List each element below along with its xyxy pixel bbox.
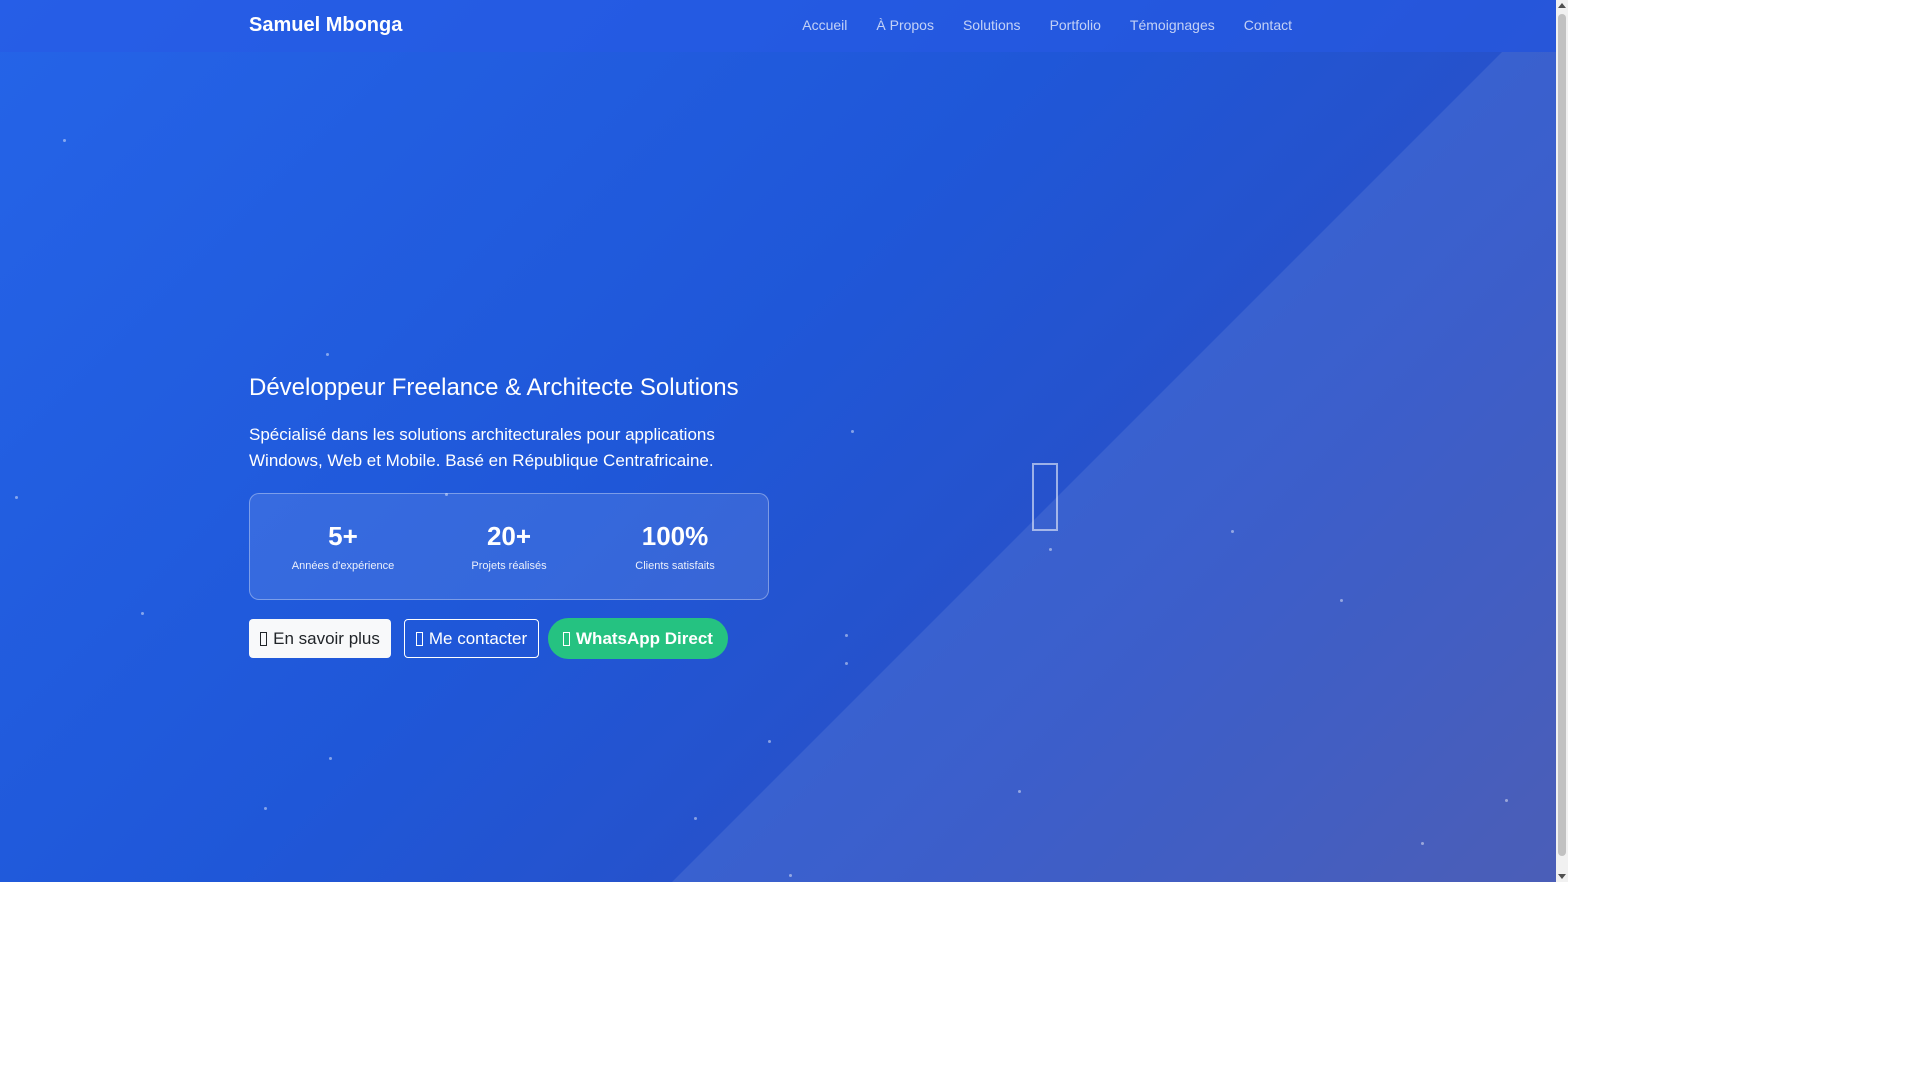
whatsapp-icon: [563, 631, 571, 646]
contact-button[interactable]: Me contacter: [404, 619, 539, 658]
envelope-icon: [415, 631, 423, 646]
brand-logo[interactable]: Samuel Mbonga: [249, 14, 402, 37]
navbar: Samuel Mbonga Accueil À Propos Solutions…: [0, 0, 1556, 52]
stats-card: 5+ Années d'expérience 20+ Projets réali…: [249, 493, 769, 600]
nav-link-accueil[interactable]: Accueil: [802, 17, 847, 33]
vertical-scrollbar[interactable]: [1556, 0, 1568, 882]
stat-clients: 100% Clients satisfaits: [589, 521, 761, 572]
learn-more-button[interactable]: En savoir plus: [249, 619, 391, 658]
nav-link-portfolio[interactable]: Portfolio: [1050, 17, 1101, 33]
nav-links: Accueil À Propos Solutions Portfolio Tém…: [773, 17, 1292, 33]
background-diagonal-shape: [672, 52, 1556, 882]
stat-label: Clients satisfaits: [635, 560, 715, 572]
contact-label: Me contacter: [428, 628, 528, 648]
stat-value: 5+: [328, 521, 358, 551]
scroll-thumb[interactable]: [1558, 14, 1566, 856]
nav-link-solutions[interactable]: Solutions: [963, 17, 1021, 33]
nav-link-a-propos[interactable]: À Propos: [876, 17, 934, 33]
scroll-up-arrow-icon[interactable]: [1558, 3, 1566, 8]
stat-value: 20+: [486, 521, 532, 551]
page: Samuel Mbonga Accueil À Propos Solutions…: [0, 0, 1568, 882]
scroll-down-arrow-icon[interactable]: [1558, 874, 1566, 879]
hero-description: Spécialisé dans les solutions architectu…: [249, 425, 715, 470]
stat-label: Années d'expérience: [291, 560, 395, 572]
stat-projects: 20+ Projets réalisés: [423, 521, 595, 572]
whatsapp-label: WhatsApp Direct: [576, 628, 713, 648]
nav-link-temoignages[interactable]: Témoignages: [1130, 17, 1215, 33]
nav-link-contact[interactable]: Contact: [1244, 17, 1292, 33]
stat-label: Projets réalisés: [471, 560, 547, 572]
stat-value: 100%: [641, 521, 709, 551]
hero-title: Développeur Freelance & Architecte Solut…: [249, 374, 739, 401]
whatsapp-button[interactable]: WhatsApp Direct: [548, 618, 728, 659]
code-icon: [1032, 463, 1058, 531]
stat-experience: 5+ Années d'expérience: [257, 521, 429, 572]
learn-more-label: En savoir plus: [273, 628, 380, 648]
info-icon: [260, 631, 268, 646]
